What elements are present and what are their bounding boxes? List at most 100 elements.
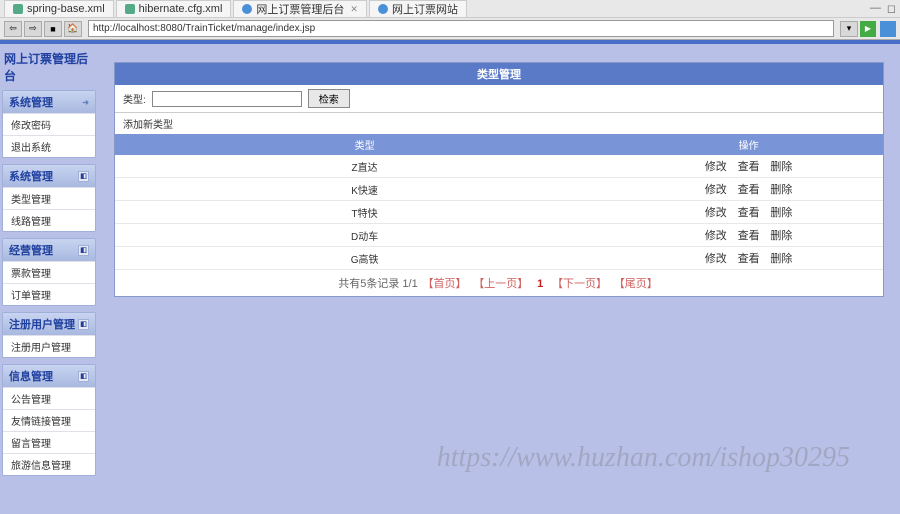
app-title: 网上订票管理后台 — [2, 46, 96, 90]
window-controls: — ◻ — [870, 2, 896, 15]
forward-button[interactable]: ⇨ — [24, 21, 42, 37]
editor-tab-bar: spring-base.xml hibernate.cfg.xml 网上订票管理… — [0, 0, 900, 18]
xml-icon — [13, 4, 23, 14]
tab-label: 网上订票网站 — [392, 1, 458, 17]
op-edit[interactable]: 修改 — [705, 161, 727, 173]
cell-type: K快速 — [115, 178, 614, 201]
tab-ticket-site[interactable]: 网上订票网站 — [369, 0, 467, 17]
content-area: 类型管理 类型: 检索 添加新类型 类型 操作 Z直达 修改 查看 删除 K快速 — [98, 44, 900, 514]
sidebar-item-message[interactable]: 留言管理 — [3, 431, 95, 453]
search-row: 类型: 检索 — [115, 85, 883, 113]
panel-title: 类型管理 — [115, 63, 883, 85]
op-delete[interactable]: 删除 — [770, 184, 792, 196]
col-ops: 操作 — [614, 134, 883, 155]
search-label: 类型: — [123, 91, 146, 106]
op-delete[interactable]: 删除 — [770, 161, 792, 173]
menu-header-system[interactable]: 系统管理➜ — [3, 91, 95, 113]
sidebar-item-notice[interactable]: 公告管理 — [3, 387, 95, 409]
sidebar: 网上订票管理后台 系统管理➜ 修改密码 退出系统 系统管理 ◧ 类型管理 线路管理… — [0, 44, 98, 514]
browser-toolbar: ⇦ ⇨ ■ 🏠 ▾ ▶ — [0, 18, 900, 40]
sidebar-item-reg-user[interactable]: 注册用户管理 — [3, 335, 95, 357]
url-dropdown[interactable]: ▾ — [840, 21, 858, 37]
sidebar-item-order-manage[interactable]: 订单管理 — [3, 283, 95, 305]
web-icon — [378, 4, 388, 14]
sidebar-item-route-manage[interactable]: 线路管理 — [3, 209, 95, 231]
pin-icon[interactable]: ◧ — [78, 245, 89, 256]
cell-type: D动车 — [115, 224, 614, 247]
page-summary: 共有5条记录 1/1 — [338, 278, 417, 290]
menu-title: 经营管理 — [9, 242, 53, 258]
op-view[interactable]: 查看 — [738, 207, 760, 219]
menu-title: 系统管理 — [9, 168, 53, 184]
minimize-icon[interactable]: — — [870, 2, 881, 15]
op-view[interactable]: 查看 — [738, 184, 760, 196]
op-view[interactable]: 查看 — [738, 161, 760, 173]
sidebar-item-travel-info[interactable]: 旅游信息管理 — [3, 453, 95, 475]
sidebar-item-fare-manage[interactable]: 票款管理 — [3, 261, 95, 283]
sidebar-item-type-manage[interactable]: 类型管理 — [3, 187, 95, 209]
cell-ops: 修改 查看 删除 — [614, 201, 883, 224]
tab-spring-base[interactable]: spring-base.xml — [4, 0, 114, 17]
search-input[interactable] — [152, 91, 302, 107]
search-button[interactable]: 检索 — [308, 89, 350, 108]
tab-manage-backend[interactable]: 网上订票管理后台 ✕ — [233, 0, 367, 17]
back-button[interactable]: ⇦ — [4, 21, 22, 37]
cell-type: T特快 — [115, 201, 614, 224]
type-table: 类型 操作 Z直达 修改 查看 删除 K快速 修改 查看 删除 T特快 修改 查… — [115, 134, 883, 270]
table-row: K快速 修改 查看 删除 — [115, 178, 883, 201]
op-delete[interactable]: 删除 — [770, 253, 792, 265]
pin-icon[interactable]: ◧ — [78, 171, 89, 182]
pin-icon[interactable]: ◧ — [78, 371, 89, 382]
restore-icon[interactable]: ◻ — [887, 2, 896, 15]
cell-ops: 修改 查看 删除 — [614, 247, 883, 270]
page-prev[interactable]: 【上一页】 — [473, 278, 528, 290]
menu-group-business: 经营管理 ◧ 票款管理 订单管理 — [2, 238, 96, 306]
menu-group-info: 信息管理 ◧ 公告管理 友情链接管理 留言管理 旅游信息管理 — [2, 364, 96, 476]
sidebar-item-links[interactable]: 友情链接管理 — [3, 409, 95, 431]
arrow-icon: ➜ — [82, 98, 89, 107]
cell-type: G高铁 — [115, 247, 614, 270]
close-icon[interactable]: ✕ — [350, 4, 358, 15]
xml-icon — [125, 4, 135, 14]
tab-label: hibernate.cfg.xml — [139, 3, 223, 15]
menu-title: 信息管理 — [9, 368, 53, 384]
menu-header-system2[interactable]: 系统管理 ◧ — [3, 165, 95, 187]
add-type-link[interactable]: 添加新类型 — [115, 113, 883, 134]
table-row: T特快 修改 查看 删除 — [115, 201, 883, 224]
cell-ops: 修改 查看 删除 — [614, 155, 883, 178]
op-edit[interactable]: 修改 — [705, 207, 727, 219]
cell-ops: 修改 查看 删除 — [614, 178, 883, 201]
tab-label: spring-base.xml — [27, 3, 105, 15]
cell-ops: 修改 查看 删除 — [614, 224, 883, 247]
op-delete[interactable]: 删除 — [770, 230, 792, 242]
pin-icon[interactable]: ◧ — [78, 319, 89, 330]
stop-button[interactable]: ■ — [44, 21, 62, 37]
page-next[interactable]: 【下一页】 — [552, 278, 607, 290]
sidebar-item-logout[interactable]: 退出系统 — [3, 135, 95, 157]
refresh-button[interactable]: 🏠 — [64, 21, 82, 37]
menu-header-info[interactable]: 信息管理 ◧ — [3, 365, 95, 387]
op-view[interactable]: 查看 — [738, 253, 760, 265]
page-first[interactable]: 【首页】 — [423, 278, 467, 290]
pagination: 共有5条记录 1/1 【首页】 【上一页】 1 【下一页】 【尾页】 — [115, 270, 883, 296]
menu-header-user[interactable]: 注册用户管理◧ — [3, 313, 95, 335]
menu-group-user: 注册用户管理◧ 注册用户管理 — [2, 312, 96, 358]
op-edit[interactable]: 修改 — [705, 230, 727, 242]
page-last[interactable]: 【尾页】 — [614, 278, 658, 290]
op-delete[interactable]: 删除 — [770, 207, 792, 219]
table-row: D动车 修改 查看 删除 — [115, 224, 883, 247]
op-edit[interactable]: 修改 — [705, 253, 727, 265]
extension-button[interactable] — [880, 21, 896, 37]
sidebar-item-change-password[interactable]: 修改密码 — [3, 113, 95, 135]
tab-hibernate-cfg[interactable]: hibernate.cfg.xml — [116, 0, 232, 17]
url-input[interactable] — [88, 20, 834, 37]
menu-group-system2: 系统管理 ◧ 类型管理 线路管理 — [2, 164, 96, 232]
op-edit[interactable]: 修改 — [705, 184, 727, 196]
go-button[interactable]: ▶ — [860, 21, 876, 37]
main-layout: 网上订票管理后台 系统管理➜ 修改密码 退出系统 系统管理 ◧ 类型管理 线路管理… — [0, 44, 900, 514]
menu-header-business[interactable]: 经营管理 ◧ — [3, 239, 95, 261]
op-view[interactable]: 查看 — [738, 230, 760, 242]
page-current: 1 — [537, 278, 543, 290]
tab-label: 网上订票管理后台 — [256, 1, 344, 17]
table-row: G高铁 修改 查看 删除 — [115, 247, 883, 270]
